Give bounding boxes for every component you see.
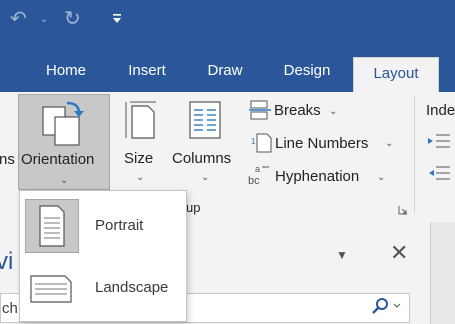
columns-icon[interactable]	[188, 100, 222, 145]
line-numbers-icon: 1	[251, 132, 273, 159]
page-setup-group-label: up	[186, 200, 201, 215]
breaks-icon	[249, 100, 271, 125]
orientation-portrait-item[interactable]: Portrait	[20, 194, 186, 254]
orientation-landscape-item[interactable]: Landscape	[20, 257, 186, 317]
group-separator	[414, 96, 415, 214]
indent-left-icon[interactable]	[428, 132, 450, 155]
pane-options-icon[interactable]: ▼	[336, 248, 348, 262]
orientation-dropdown: Portrait Landscape	[19, 190, 187, 322]
navigation-pane-title: vi	[0, 248, 14, 275]
undo-icon[interactable]: ↶	[10, 6, 27, 31]
indent-right-icon[interactable]	[428, 164, 450, 187]
size-caret-icon: ⌄	[136, 172, 145, 183]
size-label[interactable]: Size	[124, 150, 153, 167]
svg-text:bc: bc	[248, 175, 260, 186]
hyphenation-icon: a bc	[247, 162, 271, 191]
hyphenation-label: Hyphenation	[275, 168, 360, 185]
tab-draw[interactable]: Draw	[196, 55, 254, 92]
columns-label[interactable]: Columns	[172, 150, 231, 167]
portrait-icon	[25, 199, 79, 253]
tab-design[interactable]: Design	[276, 55, 338, 92]
line-numbers-label: Line Numbers	[275, 135, 369, 152]
vertical-ruler	[430, 222, 455, 324]
hyphenation-caret-icon: ⌄	[377, 172, 386, 183]
close-icon[interactable]: ✕	[390, 240, 408, 266]
dialog-launcher-icon[interactable]	[398, 202, 408, 220]
size-icon[interactable]	[122, 100, 158, 145]
breaks-caret-icon: ⌄	[329, 106, 338, 117]
orientation-button[interactable]: Orientation ⌄	[18, 94, 110, 190]
margins-label[interactable]: ns	[0, 151, 15, 168]
portrait-label: Portrait	[95, 217, 144, 234]
svg-text:a: a	[255, 164, 260, 174]
tab-layout[interactable]: Layout	[353, 57, 439, 92]
svg-text:1: 1	[251, 137, 256, 146]
hyphenation-button[interactable]: a bc Hyphenation ⌄	[247, 162, 397, 188]
customize-quick-access-icon[interactable]	[112, 12, 122, 28]
search-input-text: ch	[2, 300, 18, 317]
breaks-button[interactable]: Breaks ⌄	[247, 98, 347, 122]
orientation-caret-icon: ⌄	[60, 175, 69, 186]
breaks-label: Breaks	[274, 102, 321, 119]
redo-icon[interactable]: ↻	[64, 6, 81, 31]
tab-insert[interactable]: Insert	[118, 55, 176, 92]
orientation-label: Orientation	[21, 151, 95, 168]
search-icon[interactable]	[372, 297, 402, 320]
ribbon-tabs: Home Insert Draw Design Layout	[0, 55, 455, 92]
landscape-icon	[25, 262, 79, 316]
line-numbers-button[interactable]: 1 Line Numbers ⌄	[247, 130, 397, 154]
columns-caret-icon: ⌄	[201, 172, 210, 183]
title-bar: ↶ ⌄ ↻	[0, 0, 455, 55]
landscape-label: Landscape	[95, 279, 169, 296]
line-numbers-caret-icon: ⌄	[385, 138, 394, 149]
indent-label: Inde	[426, 102, 455, 119]
orientation-icon	[41, 99, 87, 152]
tab-home[interactable]: Home	[37, 55, 95, 92]
undo-dropdown-icon[interactable]: ⌄	[40, 14, 48, 25]
